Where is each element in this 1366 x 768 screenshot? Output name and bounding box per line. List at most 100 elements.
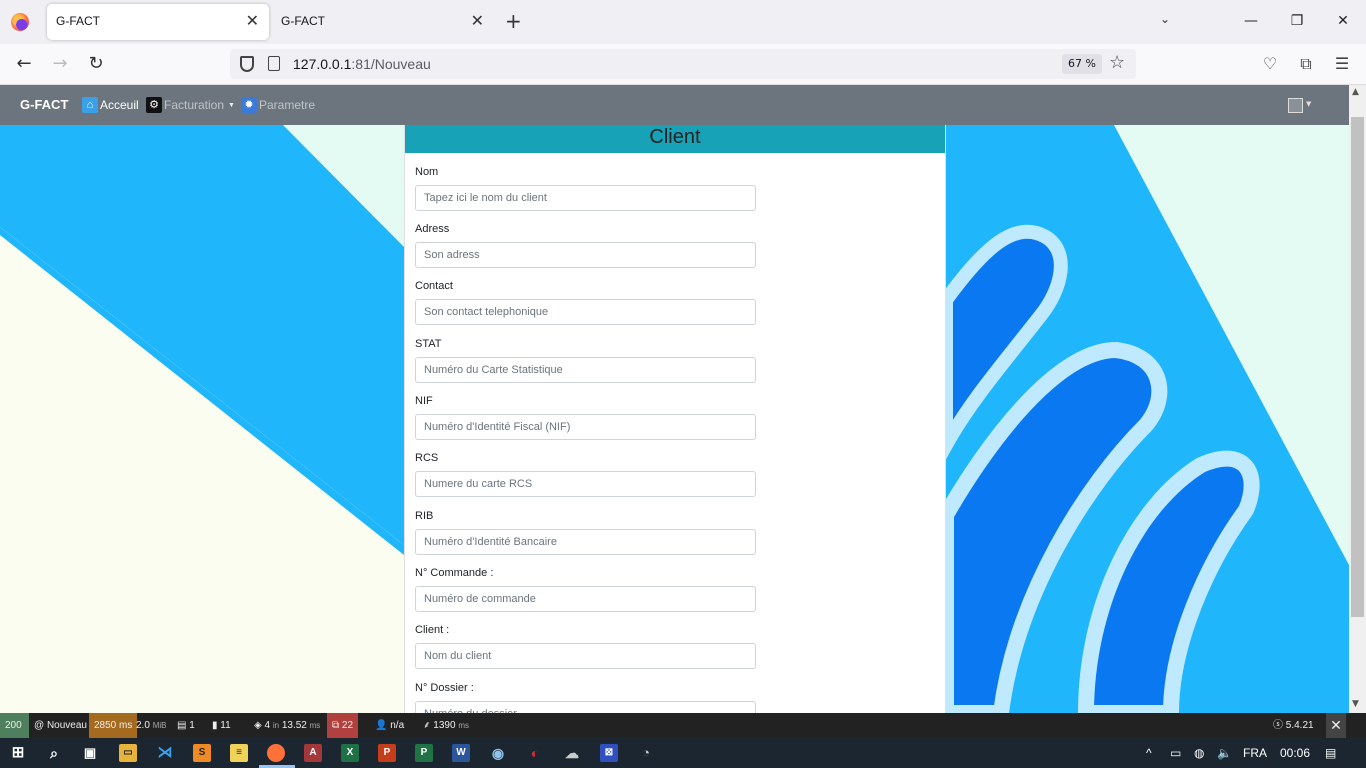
browser-tab-inactive[interactable]: G-FACT ✕: [272, 4, 494, 40]
app-icon-blue[interactable]: ⊠: [600, 744, 618, 762]
task-view-icon[interactable]: ▣: [81, 744, 99, 762]
gear-icon: ✹: [241, 97, 257, 113]
layers-icon: ◈: [254, 720, 265, 731]
url-text[interactable]: 127.0.0.1:81/Nouveau: [293, 56, 431, 72]
field-adress: Adress: [415, 223, 756, 268]
search-icon[interactable]: ⌕: [45, 744, 63, 762]
cache-panel[interactable]: ◈ 4 in 13.52 ms: [249, 713, 325, 738]
windows-start-icon[interactable]: ⊞: [9, 744, 27, 762]
notepad-icon[interactable]: ≡: [230, 744, 248, 762]
client-form-card: Client Nom Adress Contact STAT NIF RCS R…: [404, 125, 946, 713]
back-arrow-icon[interactable]: ←: [12, 53, 36, 77]
excel-icon[interactable]: X: [341, 744, 359, 762]
powerpoint-icon[interactable]: P: [378, 744, 396, 762]
page-scrollbar[interactable]: ▲ ▼: [1349, 85, 1366, 713]
security-panel[interactable]: 👤 n/a: [370, 713, 409, 738]
debug-toolbar: 200 @ Nouveau 2850 ms 2.0 MiB ▤ 1 ▮ 11 ◈…: [0, 713, 1366, 738]
scroll-down-arrow-icon[interactable]: ▼: [1352, 699, 1359, 709]
nav-settings[interactable]: ✹ Parametre: [241, 97, 315, 113]
nav-billing-dropdown[interactable]: ⚙ Facturation ▼: [146, 97, 235, 113]
word-icon[interactable]: W: [452, 744, 470, 762]
tracking-shield-icon[interactable]: [240, 56, 254, 72]
field-label: Client :: [415, 624, 450, 636]
file-explorer-icon[interactable]: ▭: [119, 744, 137, 762]
reload-icon[interactable]: ↻: [84, 53, 108, 77]
zoom-level-badge[interactable]: 67 %: [1062, 54, 1102, 74]
network-app-icon[interactable]: ◉: [489, 744, 507, 762]
bookmark-star-icon[interactable]: ☆: [1109, 52, 1125, 73]
notifications-icon[interactable]: ▤: [1325, 746, 1336, 760]
app-brand[interactable]: G-FACT: [20, 97, 68, 112]
card-title: Client: [405, 125, 945, 153]
tray-chevron-up-icon[interactable]: ^: [1146, 746, 1152, 760]
hamburger-menu-icon[interactable]: ☰: [1331, 54, 1353, 73]
nav-billing-label: Facturation: [164, 98, 225, 112]
cache-time: 13.52: [281, 720, 307, 731]
commande-input[interactable]: [415, 586, 756, 612]
field-label: Contact: [415, 280, 453, 292]
field-label: Nom: [415, 166, 439, 178]
dossier-input[interactable]: [415, 701, 756, 713]
nif-input[interactable]: [415, 414, 756, 440]
twig-time-unit: ms: [458, 721, 469, 730]
adress-input[interactable]: [415, 242, 756, 268]
nom-input[interactable]: [415, 185, 756, 211]
scrollbar-thumb[interactable]: [1351, 117, 1364, 617]
new-tab-plus-icon[interactable]: +: [505, 10, 522, 32]
status-code-badge[interactable]: 200: [0, 713, 29, 738]
debug-toolbar-close-icon[interactable]: ✕: [1326, 713, 1346, 738]
battery-icon[interactable]: ▭: [1170, 746, 1181, 760]
nav-home[interactable]: ⌂ Acceuil: [82, 97, 139, 113]
cache-count: 4: [264, 720, 271, 731]
vscode-icon[interactable]: ⋊: [156, 744, 174, 762]
cache-time-prefix: in: [272, 721, 280, 730]
user-menu-chevron-icon[interactable]: ▼: [1306, 100, 1311, 108]
window-close-icon[interactable]: ✕: [1333, 10, 1353, 32]
sublime-text-icon[interactable]: S: [193, 744, 211, 762]
extensions-puzzle-icon[interactable]: ⧉: [1295, 54, 1317, 74]
browser-tab-active[interactable]: G-FACT ✕: [47, 4, 269, 40]
close-tab-icon[interactable]: ✕: [471, 12, 484, 30]
contact-input[interactable]: [415, 299, 756, 325]
field-label: NIF: [415, 395, 433, 407]
rib-input[interactable]: [415, 529, 756, 555]
scroll-up-arrow-icon[interactable]: ▲: [1352, 87, 1359, 97]
app-icon-eyes[interactable]: ◔: [637, 744, 655, 762]
memory-panel[interactable]: 2.0 MiB: [131, 713, 171, 738]
symfony-version-panel[interactable]: ⓢ 5.4.21: [1268, 713, 1319, 738]
minimize-icon[interactable]: —: [1241, 10, 1261, 32]
memory-unit: MiB: [152, 721, 167, 730]
stat-input[interactable]: [415, 357, 756, 383]
firefox-taskbar-icon[interactable]: [267, 744, 285, 762]
field-label: RCS: [415, 452, 439, 464]
pocket-icon[interactable]: ♡: [1259, 54, 1281, 73]
route-panel[interactable]: @ Nouveau: [29, 713, 92, 738]
user-avatar[interactable]: [1288, 98, 1303, 113]
volume-icon[interactable]: 🔈: [1217, 746, 1232, 760]
validator-panel[interactable]: ▮ 11: [207, 713, 236, 738]
globe-network-icon[interactable]: ◍: [1194, 746, 1204, 760]
forward-arrow-icon[interactable]: →: [48, 53, 72, 77]
web-content: G-FACT ⌂ Acceuil ⚙ Facturation ▼ ✹ Param…: [0, 85, 1349, 713]
cache-time-unit: ms: [309, 721, 321, 730]
twig-panel[interactable]: ⸙ 1390 ms: [418, 713, 474, 738]
access-icon[interactable]: A: [304, 744, 322, 762]
firefox-logo-icon[interactable]: [11, 13, 29, 31]
windows-taskbar: ⊞ ⌕ ▣ ▭ ⋊ S ≡ A X P P W ◉ ◐ ☁ ⊠ ◔ ^ ▭ ◍ …: [0, 738, 1366, 768]
client-input[interactable]: [415, 643, 756, 669]
media-app-icon[interactable]: ◐: [526, 744, 544, 762]
language-indicator[interactable]: FRA: [1243, 746, 1267, 760]
address-bar[interactable]: 127.0.0.1:81/Nouveau 67 % ☆: [230, 49, 1136, 79]
clock[interactable]: 00:06: [1280, 746, 1310, 760]
list-all-tabs-chevron-icon[interactable]: ⌄: [1160, 12, 1170, 26]
field-label: Adress: [415, 223, 450, 235]
rcs-input[interactable]: [415, 471, 756, 497]
background-right-decoration: [946, 125, 1349, 713]
app-icon[interactable]: ☁: [563, 744, 581, 762]
close-tab-icon[interactable]: ✕: [246, 12, 259, 30]
restore-icon[interactable]: ❐: [1287, 10, 1307, 32]
forms-panel[interactable]: ▤ 1: [172, 713, 200, 738]
project-icon[interactable]: P: [415, 744, 433, 762]
translation-panel[interactable]: ⧉ 22: [327, 713, 359, 738]
page-info-icon[interactable]: [268, 56, 280, 71]
